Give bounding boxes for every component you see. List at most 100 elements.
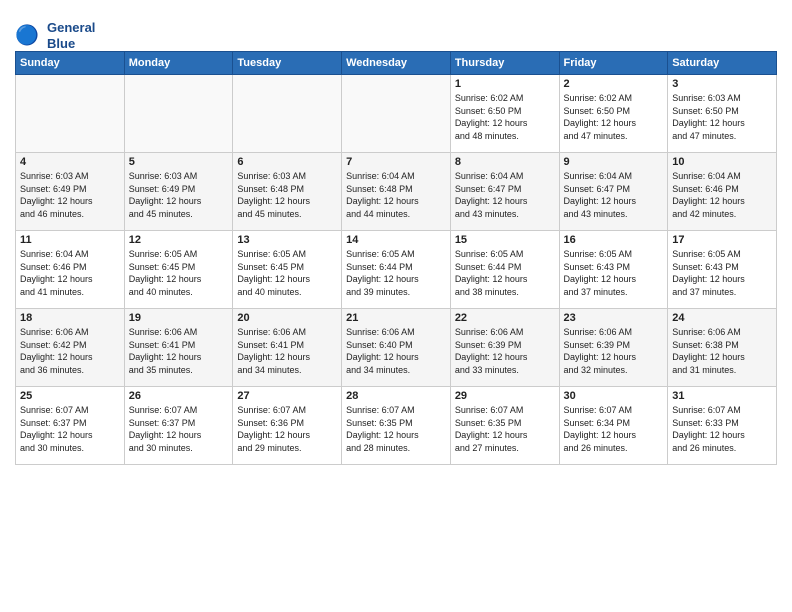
day-info: Sunrise: 6:06 AM Sunset: 6:41 PM Dayligh…: [129, 326, 229, 376]
day-info: Sunrise: 6:03 AM Sunset: 6:49 PM Dayligh…: [20, 170, 120, 220]
calendar-cell: 13Sunrise: 6:05 AM Sunset: 6:45 PM Dayli…: [233, 231, 342, 309]
day-number: 26: [129, 390, 229, 402]
calendar-cell: 3 Sunrise: 6:03 AM Sunset: 6:50 PM Daylig…: [668, 75, 777, 153]
day-number: 2: [564, 78, 664, 90]
day-number: 3: [672, 78, 772, 90]
day-info: Sunrise: 6:06 AM Sunset: 6:38 PM Dayligh…: [672, 326, 772, 376]
logo: 🔵 General Blue: [15, 20, 95, 51]
day-info: Sunrise: 6:05 AM Sunset: 6:44 PM Dayligh…: [455, 248, 555, 298]
calendar-cell: 5 Sunrise: 6:03 AM Sunset: 6:49 PM Daylig…: [124, 153, 233, 231]
calendar-cell: 23 Sunrise: 6:06 AM Sunset: 6:39 PM Dayli…: [559, 309, 668, 387]
calendar-cell: [233, 75, 342, 153]
day-number: 29: [455, 390, 555, 402]
day-info: Sunrise: 6:04 AM Sunset: 6:47 PM Dayligh…: [455, 170, 555, 220]
day-number: 19: [129, 312, 229, 324]
calendar-cell: 2 Sunrise: 6:02 AM Sunset: 6:50 PM Daylig…: [559, 75, 668, 153]
calendar-cell: 8 Sunrise: 6:04 AM Sunset: 6:47 PM Daylig…: [450, 153, 559, 231]
day-number: 1: [455, 78, 555, 90]
weekday-header-friday: Friday: [559, 52, 668, 75]
day-info: Sunrise: 6:03 AM Sunset: 6:48 PM Dayligh…: [237, 170, 337, 220]
calendar-cell: 20Sunrise: 6:06 AM Sunset: 6:41 PM Dayli…: [233, 309, 342, 387]
calendar-cell: 25Sunrise: 6:07 AM Sunset: 6:37 PM Dayli…: [16, 387, 125, 465]
calendar-cell: 18 Sunrise: 6:06 AM Sunset: 6:42 PM Dayli…: [16, 309, 125, 387]
day-info: Sunrise: 6:06 AM Sunset: 6:40 PM Dayligh…: [346, 326, 446, 376]
day-info: Sunrise: 6:05 AM Sunset: 6:43 PM Dayligh…: [564, 248, 664, 298]
weekday-header-tuesday: Tuesday: [233, 52, 342, 75]
calendar-cell: 16 Sunrise: 6:05 AM Sunset: 6:43 PM Dayli…: [559, 231, 668, 309]
calendar-cell: 19 Sunrise: 6:06 AM Sunset: 6:41 PM Dayli…: [124, 309, 233, 387]
calendar-cell: 31 Sunrise: 6:07 AM Sunset: 6:33 PM Dayli…: [668, 387, 777, 465]
calendar-cell: 27 Sunrise: 6:07 AM Sunset: 6:36 PM Dayli…: [233, 387, 342, 465]
day-info: Sunrise: 6:07 AM Sunset: 6:33 PM Dayligh…: [672, 404, 772, 454]
day-info: Sunrise: 6:04 AM Sunset: 6:48 PM Dayligh…: [346, 170, 446, 220]
calendar-cell: 14Sunrise: 6:05 AM Sunset: 6:44 PM Dayli…: [342, 231, 451, 309]
calendar-cell: 7 Sunrise: 6:04 AM Sunset: 6:48 PM Daylig…: [342, 153, 451, 231]
day-number: 22: [455, 312, 555, 324]
calendar-cell: 11 Sunrise: 6:04 AM Sunset: 6:46 PM Dayli…: [16, 231, 125, 309]
calendar-cell: 6 Sunrise: 6:03 AM Sunset: 6:48 PM Daylig…: [233, 153, 342, 231]
day-number: 5: [129, 156, 229, 168]
calendar-cell: 22 Sunrise: 6:06 AM Sunset: 6:39 PM Dayli…: [450, 309, 559, 387]
day-number: 4: [20, 156, 120, 168]
day-info: Sunrise: 6:07 AM Sunset: 6:35 PM Dayligh…: [346, 404, 446, 454]
calendar-cell: 26 Sunrise: 6:07 AM Sunset: 6:37 PM Dayli…: [124, 387, 233, 465]
day-info: Sunrise: 6:07 AM Sunset: 6:37 PM Dayligh…: [129, 404, 229, 454]
calendar-cell: 21 Sunrise: 6:06 AM Sunset: 6:40 PM Dayli…: [342, 309, 451, 387]
calendar-cell: 9 Sunrise: 6:04 AM Sunset: 6:47 PM Daylig…: [559, 153, 668, 231]
day-number: 10: [672, 156, 772, 168]
day-number: 27: [237, 390, 337, 402]
day-number: 14: [346, 234, 446, 246]
calendar-cell: 24 Sunrise: 6:06 AM Sunset: 6:38 PM Dayli…: [668, 309, 777, 387]
weekday-header-thursday: Thursday: [450, 52, 559, 75]
day-number: 18: [20, 312, 120, 324]
day-number: 12: [129, 234, 229, 246]
day-number: 11: [20, 234, 120, 246]
day-info: Sunrise: 6:06 AM Sunset: 6:39 PM Dayligh…: [455, 326, 555, 376]
day-number: 13: [237, 234, 337, 246]
day-info: Sunrise: 6:06 AM Sunset: 6:42 PM Dayligh…: [20, 326, 120, 376]
day-info: Sunrise: 6:04 AM Sunset: 6:47 PM Dayligh…: [564, 170, 664, 220]
weekday-header-monday: Monday: [124, 52, 233, 75]
calendar-cell: [342, 75, 451, 153]
day-info: Sunrise: 6:04 AM Sunset: 6:46 PM Dayligh…: [20, 248, 120, 298]
day-info: Sunrise: 6:02 AM Sunset: 6:50 PM Dayligh…: [564, 92, 664, 142]
day-number: 28: [346, 390, 446, 402]
day-number: 24: [672, 312, 772, 324]
logo-text: General Blue: [47, 20, 95, 51]
day-info: Sunrise: 6:03 AM Sunset: 6:49 PM Dayligh…: [129, 170, 229, 220]
day-info: Sunrise: 6:07 AM Sunset: 6:37 PM Dayligh…: [20, 404, 120, 454]
day-number: 23: [564, 312, 664, 324]
day-info: Sunrise: 6:03 AM Sunset: 6:50 PM Dayligh…: [672, 92, 772, 142]
day-info: Sunrise: 6:05 AM Sunset: 6:45 PM Dayligh…: [129, 248, 229, 298]
calendar-cell: 15 Sunrise: 6:05 AM Sunset: 6:44 PM Dayli…: [450, 231, 559, 309]
calendar-table: SundayMondayTuesdayWednesdayThursdayFrid…: [15, 51, 777, 465]
day-number: 31: [672, 390, 772, 402]
calendar-cell: 4 Sunrise: 6:03 AM Sunset: 6:49 PM Daylig…: [16, 153, 125, 231]
calendar-cell: 10 Sunrise: 6:04 AM Sunset: 6:46 PM Dayli…: [668, 153, 777, 231]
day-number: 8: [455, 156, 555, 168]
day-number: 17: [672, 234, 772, 246]
day-info: Sunrise: 6:04 AM Sunset: 6:46 PM Dayligh…: [672, 170, 772, 220]
weekday-header-saturday: Saturday: [668, 52, 777, 75]
day-number: 21: [346, 312, 446, 324]
calendar-cell: [124, 75, 233, 153]
day-info: Sunrise: 6:05 AM Sunset: 6:43 PM Dayligh…: [672, 248, 772, 298]
day-number: 30: [564, 390, 664, 402]
calendar-cell: 30 Sunrise: 6:07 AM Sunset: 6:34 PM Dayli…: [559, 387, 668, 465]
calendar-cell: 29Sunrise: 6:07 AM Sunset: 6:35 PM Dayli…: [450, 387, 559, 465]
day-number: 7: [346, 156, 446, 168]
weekday-header-sunday: Sunday: [16, 52, 125, 75]
calendar-cell: [16, 75, 125, 153]
weekday-header-wednesday: Wednesday: [342, 52, 451, 75]
calendar-cell: 12 Sunrise: 6:05 AM Sunset: 6:45 PM Dayli…: [124, 231, 233, 309]
day-number: 16: [564, 234, 664, 246]
calendar-cell: 1 Sunrise: 6:02 AM Sunset: 6:50 PM Daylig…: [450, 75, 559, 153]
day-number: 15: [455, 234, 555, 246]
calendar-cell: 28 Sunrise: 6:07 AM Sunset: 6:35 PM Dayli…: [342, 387, 451, 465]
day-info: Sunrise: 6:02 AM Sunset: 6:50 PM Dayligh…: [455, 92, 555, 142]
day-info: Sunrise: 6:07 AM Sunset: 6:36 PM Dayligh…: [237, 404, 337, 454]
day-number: 6: [237, 156, 337, 168]
day-info: Sunrise: 6:07 AM Sunset: 6:34 PM Dayligh…: [564, 404, 664, 454]
day-number: 9: [564, 156, 664, 168]
day-info: Sunrise: 6:06 AM Sunset: 6:39 PM Dayligh…: [564, 326, 664, 376]
